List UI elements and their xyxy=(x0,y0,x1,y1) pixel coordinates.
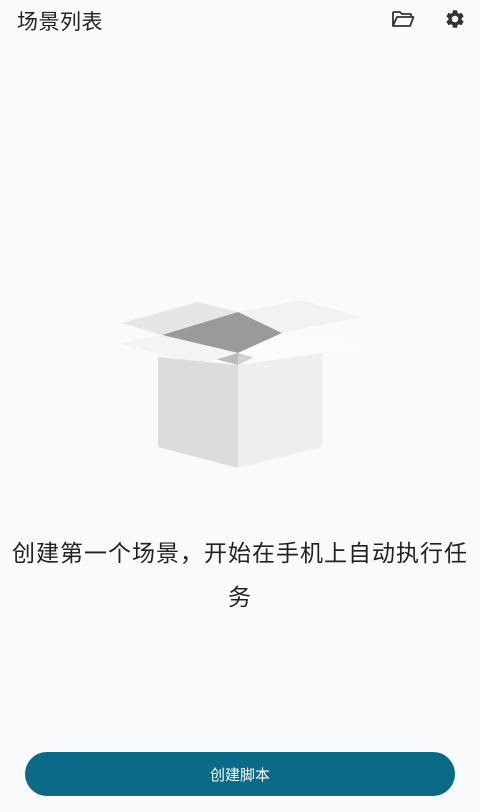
open-box-icon xyxy=(118,300,360,468)
top-app-bar: 场景列表 xyxy=(0,0,480,40)
settings-button[interactable] xyxy=(442,7,468,31)
open-folder-button[interactable] xyxy=(390,7,416,31)
page-title: 场景列表 xyxy=(17,10,103,34)
empty-state-message: 创建第一个场景，开始在手机上自动执行任务 xyxy=(12,541,468,611)
gear-icon xyxy=(446,10,464,28)
folder-open-icon xyxy=(392,11,415,27)
scene-list-screen: 场景列表 创建第一个场景，开始在手机上自动执行任务 创建脚本 xyxy=(0,0,480,812)
create-script-button[interactable]: 创建脚本 xyxy=(25,752,455,796)
